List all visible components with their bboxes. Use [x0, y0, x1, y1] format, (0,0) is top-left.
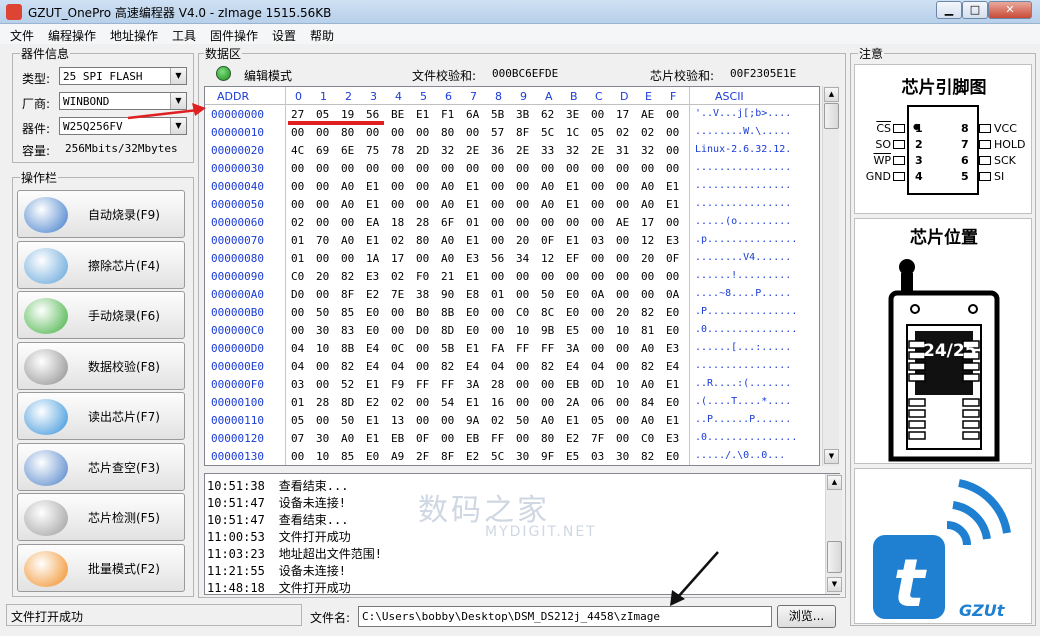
status-bar: 文件打开成功 — [6, 604, 302, 626]
chip-position-panel: 芯片位置 24/25 — [854, 218, 1032, 464]
pin-name: SO — [875, 138, 891, 151]
pin-number: 6 — [961, 154, 969, 167]
pin-name: HOLD — [994, 138, 1026, 151]
pin-name: SCK — [994, 154, 1016, 167]
pin-number: 7 — [961, 138, 969, 151]
logo-panel: t GZUt — [854, 468, 1032, 624]
pin-name: GND — [865, 170, 891, 183]
pin-number: 5 — [961, 170, 969, 183]
pin-name: VCC — [994, 122, 1017, 135]
svg-text:t: t — [893, 545, 927, 622]
pin-number: 2 — [915, 138, 923, 151]
pin-name: SI — [994, 170, 1005, 183]
pin-pad-icon — [893, 140, 905, 149]
pin-number: 1 — [915, 122, 923, 135]
pin-pad-icon — [979, 156, 991, 165]
pinout-panel: 芯片引脚图 ● CS 1 SO 2 WP 3 GND 4 VCC 8 HOLD 7 SCK 6 SI 5 — [854, 64, 1032, 214]
socket-label: 24/25 — [923, 341, 977, 361]
pin-number: 8 — [961, 122, 969, 135]
pin-name: CS — [876, 122, 891, 135]
pin-name: WP — [873, 154, 891, 167]
pin-pad-icon — [893, 172, 905, 181]
pin-number: 3 — [915, 154, 923, 167]
pin-pad-icon — [979, 124, 991, 133]
file-path-field[interactable]: C:\Users\bobby\Desktop\DSM_DS212j_4458\z… — [358, 606, 772, 627]
notes-label: 注意 — [858, 45, 885, 62]
chip-position-title: 芯片位置 — [910, 228, 978, 248]
pin-pad-icon — [893, 156, 905, 165]
file-name-label: 文件名: — [310, 611, 351, 625]
pinout-title: 芯片引脚图 — [901, 78, 987, 98]
pin-pad-icon — [893, 124, 905, 133]
pin-pad-icon — [979, 140, 991, 149]
logo-text: GZUt — [959, 601, 1005, 620]
browse-button[interactable]: 浏览... — [777, 605, 836, 628]
gzut-logo-icon: t — [873, 479, 1011, 622]
pin-number: 4 — [915, 170, 923, 183]
pin-pad-icon — [979, 172, 991, 181]
